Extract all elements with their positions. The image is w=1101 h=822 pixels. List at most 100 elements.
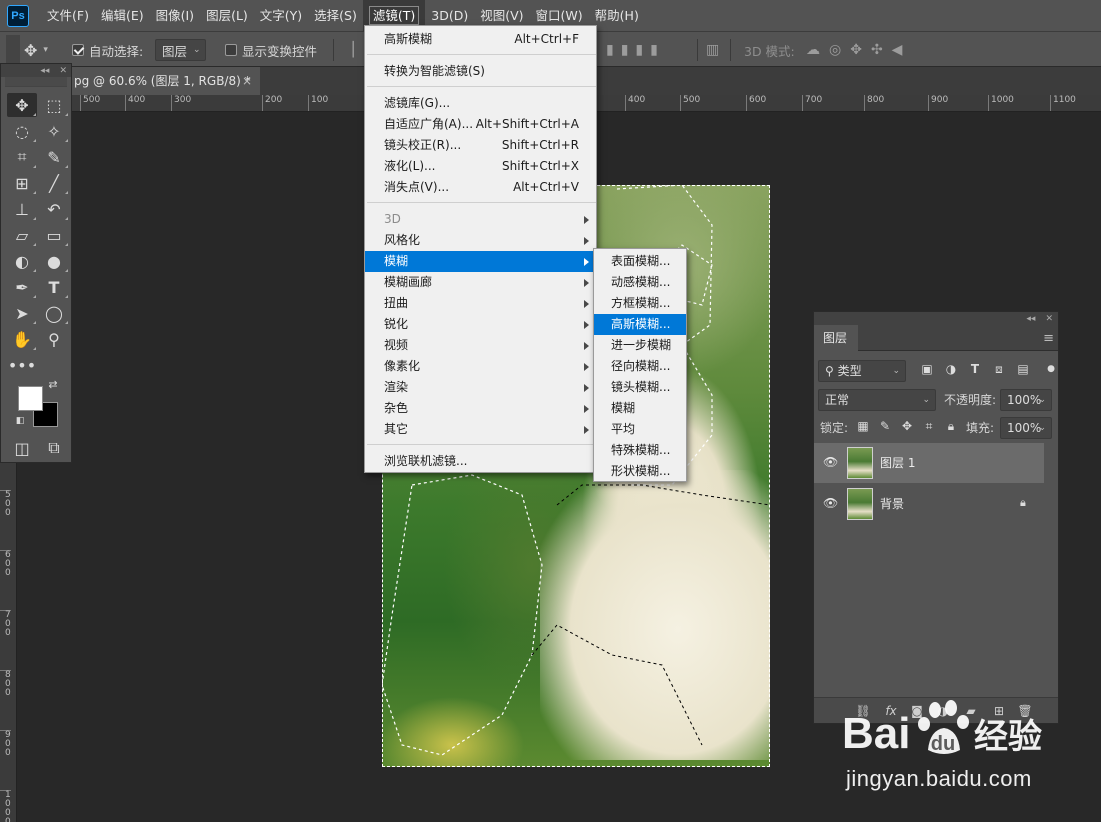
lock-artboard-icon[interactable]: ⌗ <box>920 417 938 435</box>
menu-layer[interactable]: 图层(L) <box>200 0 254 31</box>
opacity-input[interactable]: 100% ⌄ <box>1000 389 1052 411</box>
submenu-item-surface-blur[interactable]: 表面模糊... <box>594 251 686 272</box>
submenu-item-gaussian-blur[interactable]: 高斯模糊... <box>594 314 686 335</box>
shape-filter-icon[interactable]: ⧈ <box>990 360 1008 378</box>
visibility-eye-icon[interactable]: 👁︎ <box>823 455 838 469</box>
menu-item-sharpen[interactable]: 锐化 <box>365 314 596 335</box>
menu-edit[interactable]: 编辑(E) <box>95 0 150 31</box>
auto-align-icon[interactable]: ▥ <box>706 32 726 68</box>
3d-mode-icons[interactable]: ☁◎✥✣◀ <box>806 32 911 68</box>
align-top-icon[interactable]: ▕ <box>343 32 361 68</box>
collapse-panel-icon[interactable]: ◂◂ <box>1026 314 1035 324</box>
distribute-icons[interactable]: ▮▮▮▮ <box>606 32 665 68</box>
menu-item-blur[interactable]: 模糊 <box>365 251 596 272</box>
clone-stamp-tool-icon[interactable]: ⊥ <box>7 197 37 221</box>
menu-item-vanishing-point[interactable]: 消失点(V)... Alt+Ctrl+V <box>365 177 596 198</box>
menu-item-stylize[interactable]: 风格化 <box>365 230 596 251</box>
menu-image[interactable]: 图像(I) <box>150 0 200 31</box>
menu-item-liquify[interactable]: 液化(L)... Shift+Ctrl+X <box>365 156 596 177</box>
lock-position-icon[interactable]: ✥ <box>898 417 916 435</box>
swap-colors-icon[interactable]: ⇄ <box>45 376 61 392</box>
brush-tool-icon[interactable]: ╱ <box>39 171 69 195</box>
screen-mode-icon[interactable]: ⧉ <box>39 436 69 460</box>
pixel-filter-icon[interactable]: ▣ <box>918 360 936 378</box>
submenu-item-motion-blur[interactable]: 动感模糊... <box>594 272 686 293</box>
zoom-tool-icon[interactable]: ⚲ <box>39 327 69 351</box>
fill-input[interactable]: 100% ⌄ <box>1000 417 1052 439</box>
adjustment-filter-icon[interactable]: ◑ <box>942 360 960 378</box>
gradient-tool-icon[interactable]: ▭ <box>39 223 69 247</box>
toolbox-grip[interactable] <box>5 77 67 87</box>
menu-filter-label: 滤镜(T) <box>368 6 420 25</box>
type-tool-icon[interactable]: T <box>39 275 69 299</box>
menu-item-filter-gallery[interactable]: 滤镜库(G)... <box>365 93 596 114</box>
close-panel-icon[interactable]: ✕ <box>1045 314 1053 324</box>
visibility-eye-icon[interactable]: 👁︎ <box>823 496 838 510</box>
submenu-item-box-blur[interactable]: 方框模糊... <box>594 293 686 314</box>
submenu-item-blur-more[interactable]: 进一步模糊 <box>594 335 686 356</box>
lasso-tool-icon[interactable]: ◌ <box>7 119 37 143</box>
menu-item-convert-smart-filter[interactable]: 转换为智能滤镜(S) <box>365 61 596 82</box>
eyedropper-tool-icon[interactable]: ✎ <box>39 145 69 169</box>
tab-layers[interactable]: 图层 <box>814 325 858 351</box>
lock-image-icon[interactable]: ✎ <box>876 417 894 435</box>
magic-wand-tool-icon[interactable]: ✧ <box>39 119 69 143</box>
more-tools-icon[interactable]: ••• <box>7 353 37 377</box>
panel-menu-icon[interactable]: ≡ <box>1043 331 1054 346</box>
submenu-item-shape-blur[interactable]: 形状模糊... <box>594 461 686 482</box>
close-panel-icon[interactable]: ✕ <box>59 66 67 76</box>
ellipse-tool-icon[interactable]: ◯ <box>39 301 69 325</box>
marquee-tool-icon[interactable]: ⬚ <box>39 93 69 117</box>
show-transform-checkbox[interactable]: 显示变换控件 <box>225 32 317 68</box>
submenu-item-blur[interactable]: 模糊 <box>594 398 686 419</box>
history-brush-tool-icon[interactable]: ↶ <box>39 197 69 221</box>
path-selection-tool-icon[interactable]: ➤ <box>7 301 37 325</box>
move-tool-icon[interactable]: ✥ <box>7 93 37 117</box>
menu-type[interactable]: 文字(Y) <box>254 0 308 31</box>
menu-select[interactable]: 选择(S) <box>308 0 363 31</box>
submenu-item-smart-blur[interactable]: 特殊模糊... <box>594 440 686 461</box>
lock-all-icon[interactable]: 🔒︎ <box>942 417 960 435</box>
submenu-item-lens-blur[interactable]: 镜头模糊... <box>594 377 686 398</box>
menu-item-browse-online-filters[interactable]: 浏览联机滤镜... <box>365 451 596 472</box>
menu-item-noise[interactable]: 杂色 <box>365 398 596 419</box>
menu-item-blur-gallery[interactable]: 模糊画廊 <box>365 272 596 293</box>
filter-toggle-icon[interactable]: ● <box>1042 360 1060 378</box>
dodge-tool-icon[interactable]: ● <box>39 249 69 273</box>
lock-transparent-icon[interactable]: ▦ <box>854 417 872 435</box>
menu-item-lens-correction[interactable]: 镜头校正(R)... Shift+Ctrl+R <box>365 135 596 156</box>
eraser-tool-icon[interactable]: ▱ <box>7 223 37 247</box>
submenu-item-radial-blur[interactable]: 径向模糊... <box>594 356 686 377</box>
layer-row[interactable]: 👁︎ 图层 1 <box>814 443 1044 483</box>
menu-item-last-filter[interactable]: 高斯模糊 Alt+Ctrl+F <box>365 29 596 50</box>
menu-item-render[interactable]: 渲染 <box>365 377 596 398</box>
submenu-item-average[interactable]: 平均 <box>594 419 686 440</box>
auto-select-checkbox[interactable]: 自动选择: <box>72 32 143 68</box>
menu-item-adaptive-wide-angle[interactable]: 自适应广角(A)... Alt+Shift+Ctrl+A <box>365 114 596 135</box>
layer-row[interactable]: 👁︎ 背景 🔒︎ <box>814 484 1044 524</box>
menu-item-video[interactable]: 视频 <box>365 335 596 356</box>
hand-tool-icon[interactable]: ✋ <box>7 327 37 351</box>
menu-help[interactable]: 帮助(H) <box>589 0 645 31</box>
menu-file[interactable]: 文件(F) <box>41 0 95 31</box>
quick-mask-icon[interactable]: ◫ <box>7 436 37 460</box>
pen-tool-icon[interactable]: ✒ <box>7 275 37 299</box>
menu-item-distort[interactable]: 扭曲 <box>365 293 596 314</box>
type-filter-icon[interactable]: T <box>966 360 984 378</box>
document-tab[interactable]: pg @ 60.6% (图层 1, RGB/8) * × <box>72 67 260 95</box>
default-colors-icon[interactable]: ◧ <box>13 414 27 428</box>
layer-filter-kind-dropdown[interactable]: ⚲ 类型 ⌄ <box>818 360 906 382</box>
auto-select-target-dropdown[interactable]: 图层 ⌄ <box>155 39 206 61</box>
crop-tool-icon[interactable]: ⌗ <box>7 145 37 169</box>
menu-item-other[interactable]: 其它 <box>365 419 596 440</box>
foreground-color-swatch-front[interactable] <box>18 386 43 411</box>
submenu-arrow-icon <box>584 426 589 434</box>
menu-item-3d[interactable]: 3D <box>365 209 596 230</box>
menu-item-pixelate[interactable]: 像素化 <box>365 356 596 377</box>
healing-brush-tool-icon[interactable]: ⊞ <box>7 171 37 195</box>
close-icon[interactable]: × <box>242 67 252 95</box>
collapse-panel-icon[interactable]: ◂◂ <box>40 66 49 76</box>
blur-tool-icon[interactable]: ◐ <box>7 249 37 273</box>
blend-mode-dropdown[interactable]: 正常 ⌄ <box>818 389 936 411</box>
smart-object-filter-icon[interactable]: ▤ <box>1014 360 1032 378</box>
